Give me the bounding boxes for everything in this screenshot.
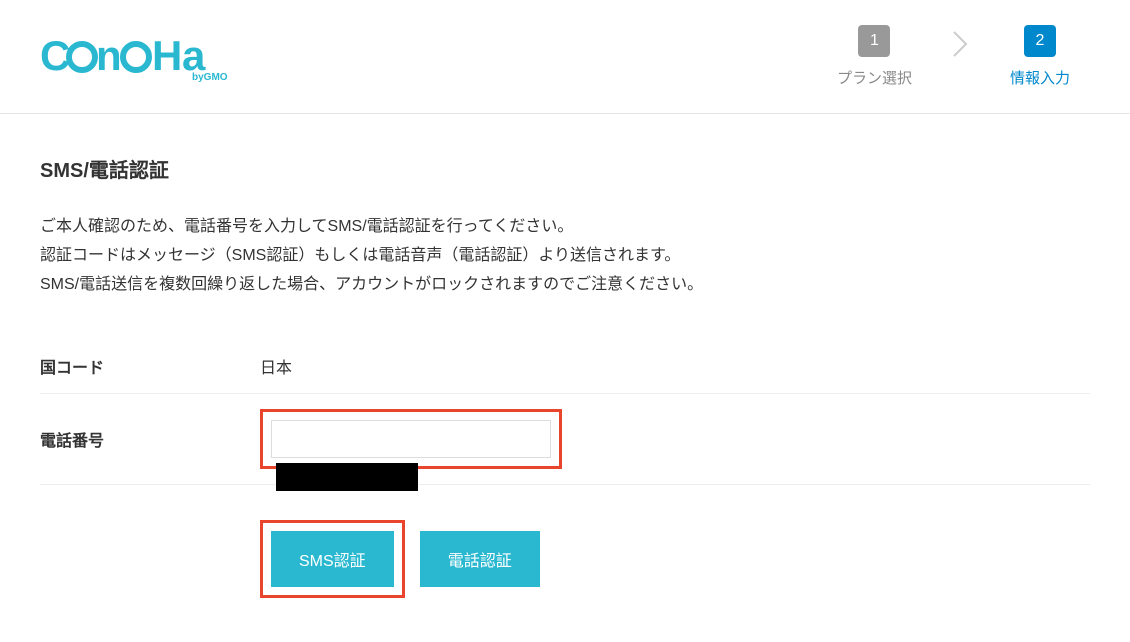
- sms-button-highlight: SMS認証: [260, 520, 405, 598]
- country-code-value: 日本: [260, 354, 292, 378]
- sms-auth-button[interactable]: SMS認証: [271, 531, 394, 587]
- description: ご本人確認のため、電話番号を入力してSMS/電話認証を行ってください。 認証コー…: [40, 213, 1090, 299]
- desc-line-1: ご本人確認のため、電話番号を入力してSMS/電話認証を行ってください。: [40, 213, 1090, 242]
- country-row: 国コード 日本: [40, 339, 1090, 394]
- phone-input[interactable]: [271, 420, 551, 458]
- button-row: SMS認証 電話認証: [260, 485, 1090, 598]
- phone-row: 電話番号: [40, 394, 1090, 485]
- step-1-label: プラン選択: [837, 67, 912, 88]
- progress-steps: 1 プラン選択 2 情報入力: [837, 25, 1090, 88]
- step-2-number: 2: [1024, 25, 1056, 57]
- main-content: SMS/電話認証 ご本人確認のため、電話番号を入力してSMS/電話認証を行ってく…: [0, 114, 1130, 638]
- phone-label: 電話番号: [40, 427, 260, 451]
- logo-icon: C n H a byGMO: [40, 32, 240, 82]
- section-title: SMS/電話認証: [40, 154, 1090, 183]
- svg-text:byGMO: byGMO: [192, 72, 228, 82]
- step-2: 2 情報入力: [1010, 25, 1070, 88]
- phone-input-highlight: [260, 409, 562, 469]
- country-code-label: 国コード: [40, 354, 260, 378]
- tel-auth-button[interactable]: 電話認証: [420, 531, 540, 587]
- step-2-label: 情報入力: [1010, 67, 1070, 88]
- svg-text:C: C: [40, 32, 70, 79]
- svg-text:H: H: [152, 32, 182, 79]
- redacted-overlay: [276, 463, 418, 491]
- chevron-right-icon: [952, 30, 970, 64]
- step-1: 1 プラン選択: [837, 25, 912, 88]
- desc-line-2: 認証コードはメッセージ（SMS認証）もしくは電話音声（電話認証）より送信されます…: [40, 242, 1090, 271]
- step-1-number: 1: [858, 25, 890, 57]
- logo: C n H a byGMO: [40, 32, 240, 82]
- header: C n H a byGMO 1 プラン選択 2 情報入力: [0, 0, 1130, 114]
- desc-line-3: SMS/電話送信を複数回繰り返した場合、アカウントがロックされますのでご注意くだ…: [40, 271, 1090, 300]
- svg-text:n: n: [96, 32, 122, 79]
